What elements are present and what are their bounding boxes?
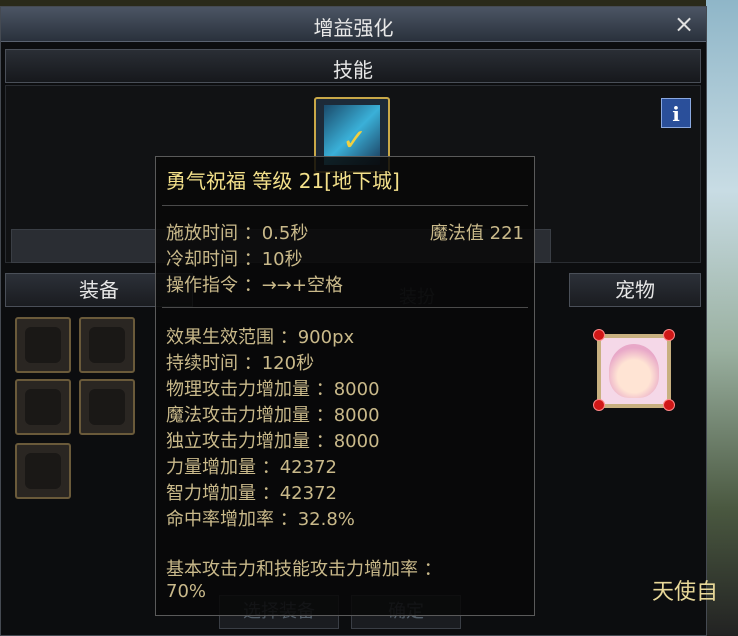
tooltip-divider [162,307,528,308]
tooltip-cast-time: 施放时间 ：0.5秒 [166,223,309,244]
tooltip-command: 操作指令 ：→→+空格 [166,275,343,296]
tooltip-mag-atk: 魔法攻击力增加量 ：8000 [166,405,380,426]
equip-slot-belt[interactable] [79,379,135,435]
coat-icon [89,327,125,363]
gem-icon [663,329,675,341]
tooltip-mp: 魔法值 221 [429,223,524,244]
shoes-icon [25,453,61,489]
skill-section-title: 技能 [333,58,373,82]
equip-slot-pants[interactable] [15,379,71,435]
equip-slot-shoulder[interactable] [79,317,135,373]
tooltip-base-rate: 基本攻击力和技能攻击力增加率 ： [166,559,442,580]
skill-tooltip: 勇气祝福 等级 21[地下城] 施放时间 ：0.5秒 魔法值 221 冷却时间 … [155,156,535,616]
tooltip-cooldown: 冷却时间 ：10秒 [166,249,303,270]
tooltip-ind-atk: 独立攻击力增加量 ：8000 [166,431,380,452]
background-scene [706,0,738,636]
tooltip-str: 力量增加量 ：42372 [166,457,337,478]
skill-section-header: 技能 [5,49,701,83]
tooltip-hit: 命中率增加率 ：32.8% [166,509,355,530]
pet-slot[interactable] [597,334,671,408]
info-icon[interactable]: i [661,98,691,128]
equip-slot-top[interactable] [15,317,71,373]
checkmark-icon: ✓ [342,123,368,158]
tooltip-base-rate-value: 70% [166,581,207,602]
tooltip-duration: 持续时间 ：120秒 [166,353,315,374]
pet-portrait [609,344,659,398]
gem-icon [593,329,605,341]
pet-header: 宠物 [569,273,701,307]
tooltip-title: 勇气祝福 等级 21[地下城] [166,169,400,193]
gem-icon [663,399,675,411]
tooltip-int: 智力增加量 ：42372 [166,483,337,504]
background-text: 天使自 [652,580,719,605]
window-titlebar[interactable]: 增益强化 × [1,7,706,42]
tooltip-range: 效果生效范围 ：900px [166,327,355,348]
tooltip-divider [162,205,528,206]
tooltip-phys-atk: 物理攻击力增加量 ：8000 [166,379,380,400]
window-title: 增益强化 [313,16,394,40]
jacket-icon [25,327,61,363]
pants-icon [25,389,61,425]
belt-icon [89,389,125,425]
equip-slot-shoes[interactable] [15,443,71,499]
gem-icon [593,399,605,411]
close-icon[interactable]: × [671,11,697,37]
